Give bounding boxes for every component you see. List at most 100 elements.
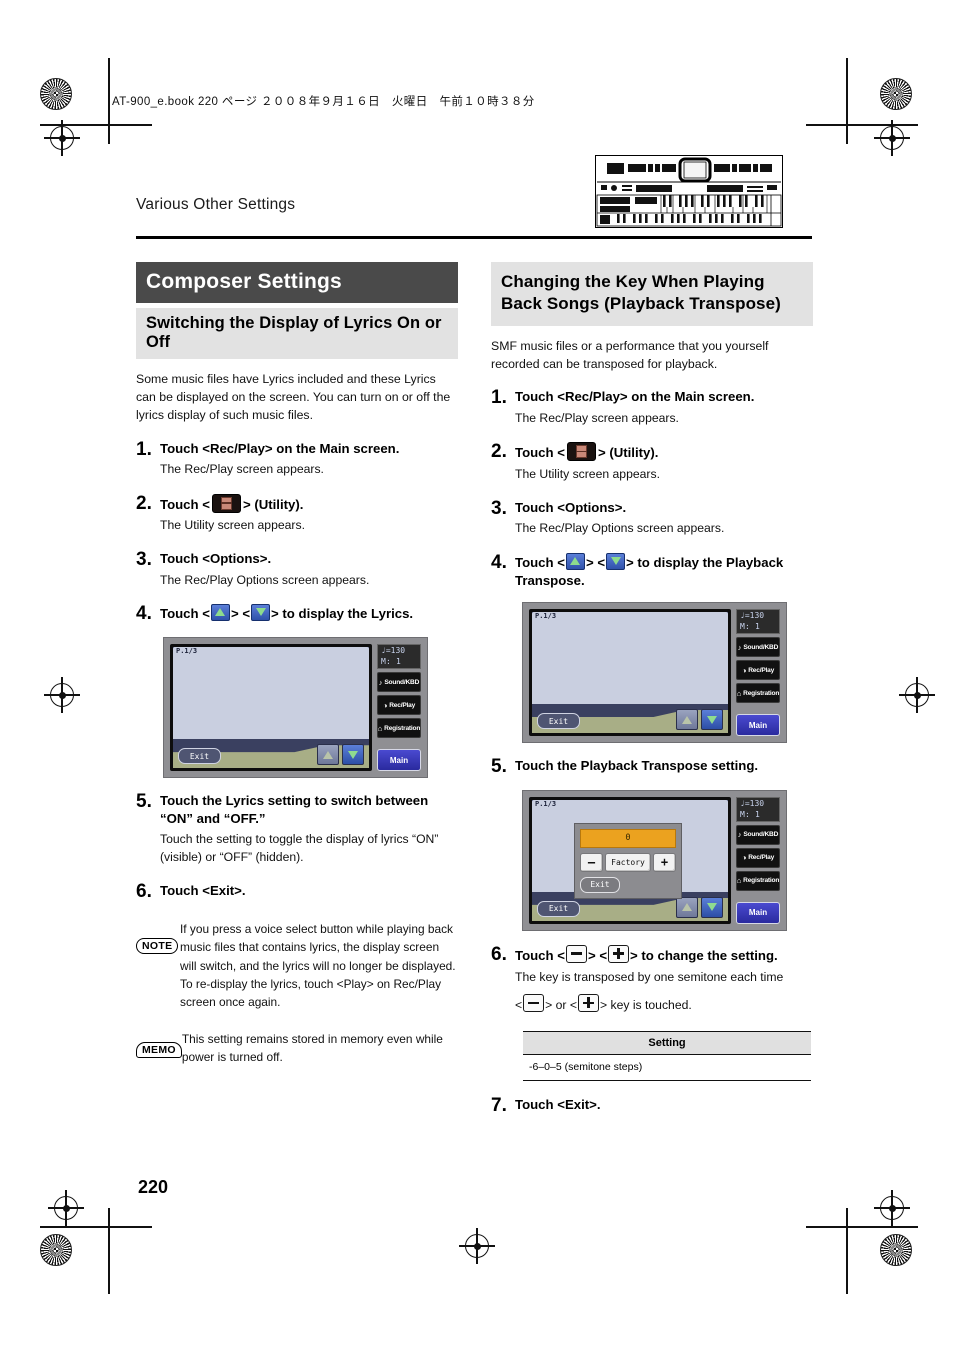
popup-minus-button[interactable]: – [580,852,603,872]
lcd-scroll-down-button[interactable] [701,896,723,918]
lcd-exit-button[interactable]: Exit [178,748,221,765]
lcd-exit-button[interactable]: Exit [537,713,580,730]
setting-table-row: -6–0–5 (semitone steps) [523,1055,811,1081]
step-number: 5. [491,756,507,778]
side-button-sound-kbd[interactable]: ♪ Sound/KBD [736,637,780,658]
lcd-footer: Exit [532,704,728,734]
subtext-part-b: > or < [545,998,577,1013]
side-button-main[interactable]: Main [736,714,780,737]
right-step-7: 7. Touch <Exit>. [491,1094,813,1116]
registration-mark-bottom-right [880,1234,912,1266]
step-subtext: The Rec/Play screen appears. [515,410,679,425]
tempo-line-2: M: 1 [381,657,402,666]
lcd-titlebar: Rec/Play Options P.1/3 [532,612,728,734]
step-number: 7. [491,1094,507,1116]
registration-icon: ⌂ [736,876,742,886]
crosshair-top-left [44,120,80,156]
side-button-sound-kbd[interactable]: ♪ Sound/KBD [736,824,780,845]
left-step-6: 6. Touch <Exit>. [136,881,458,902]
step-heading: Touch <Rec/Play> on the Main screen. [160,440,400,456]
step-number: 5. [136,791,152,813]
lcd-scroll-up-button[interactable] [317,744,339,766]
popup-factory-button[interactable]: Factory [605,852,651,872]
lcd-titlebar: Rec/Play Options P.1/3 [532,799,728,921]
crosshair-bottom-center [459,1228,495,1264]
popup-plus-button[interactable]: + [653,852,676,872]
speaker-icon: ◑ [382,700,388,710]
right-step-6: 6. Touch < > < > to change the setting. Th… [491,945,813,1015]
right-section-heading: Changing the Key When Playing Back Songs… [491,262,813,326]
speaker-icon: ◑ [741,853,747,863]
left-column: Composer Settings Switching the Display … [136,262,458,1067]
lcd-scroll-up-button[interactable] [676,896,698,918]
crop-line-top-left-v [108,58,110,144]
side-button-label: Rec/Play [389,701,416,709]
step-subtext-line-1: The key is transposed by one semitone ea… [515,969,784,984]
arrow-down-icon [606,552,626,570]
side-button-registration[interactable]: ⌂ Registration [736,870,780,891]
lcd-scroll-down-button[interactable] [701,709,723,731]
side-button-main[interactable]: Main [377,749,421,772]
step-heading-part-a: Touch < [515,947,565,963]
step-heading-part-b: > (Utility). [597,445,659,461]
registration-mark-bottom-left [40,1234,72,1266]
note-text: If you press a voice select button while… [180,921,456,1010]
step-number: 2. [136,492,152,514]
note-badge-wrap: NOTE [136,936,180,954]
step-heading-part-a: Touch < [515,554,565,570]
transpose-popup-dialog: 0 – Factory + Exit [574,822,682,899]
right-intro-paragraph: SMF music files or a performance that yo… [491,338,769,372]
side-button-label: Rec/Play [748,854,775,862]
side-button-rec-play[interactable]: ◑ Rec/Play [736,660,780,681]
lcd-screenshot-lyrics: Rec/Play Options P.1/3 Lyrics ON Playbac… [164,638,427,778]
lcd-display: Rec/Play Options P.1/3 Lyrics ON Playbac… [529,609,731,737]
left-step-3: 3. Touch <Options>. The Rec/Play Options… [136,549,458,589]
registration-icon: ⌂ [377,723,383,733]
lcd-footer: Exit [173,739,369,769]
lcd-scroll-down-button[interactable] [342,744,364,766]
minus-icon [523,994,545,1013]
side-button-registration[interactable]: ⌂ Registration [377,718,421,739]
right-step-5: 5. Touch the Playback Transpose setting. [491,757,813,777]
memo-text: This setting remains stored in memory ev… [181,1031,443,1065]
side-button-label: Sound/KBD [743,643,779,651]
step-heading-part-b: > (Utility). [242,496,304,512]
utility-icon [566,442,596,462]
crosshair-bottom-right [874,1190,910,1226]
popup-exit-button[interactable]: Exit [580,876,620,893]
step-subtext-line-2: < > or < > key is touched. [515,994,813,1015]
step-heading-part-a: Touch < [515,445,565,461]
side-button-main[interactable]: Main [736,901,780,924]
step-subtext: The Utility screen appears. [160,518,305,533]
step-heading: Touch < > < > to change the setting. [515,944,813,965]
step-number: 3. [491,497,507,519]
side-button-registration[interactable]: ⌂ Registration [736,683,780,704]
lcd-exit-button[interactable]: Exit [537,900,580,917]
step-heading: Touch < > < > to display the Lyrics. [160,604,458,623]
side-button-sound-kbd[interactable]: ♪ Sound/KBD [377,672,421,693]
step-heading-part-c: > to display the Lyrics. [271,606,414,622]
side-button-rec-play[interactable]: ◑ Rec/Play [736,847,780,868]
side-button-rec-play[interactable]: ◑ Rec/Play [377,695,421,716]
step-subtext: The Rec/Play Options screen appears. [515,521,725,536]
note-badge: NOTE [136,937,179,954]
registration-mark-top-left [40,78,72,110]
crop-line-bottom-left-h [40,1226,152,1228]
left-section-heading: Switching the Display of Lyrics On or Of… [136,308,458,359]
tempo-line-1: ♩=130 [740,798,765,808]
minus-icon [565,944,587,963]
left-step-2: 2. Touch < > (Utility). The Utility scree… [136,492,458,535]
side-button-label: Registration [384,724,421,732]
lcd-side-panel: ♩=130 M: 1 ♪ Sound/KBD ◑ Rec/Play ⌂ Registr… [736,796,780,924]
step-subtext: The Rec/Play screen appears. [160,462,324,477]
arrow-down-icon [251,604,271,622]
left-step-5: 5. Touch the Lyrics setting to switch be… [136,792,458,866]
lcd-side-panel: ♩=130 M: 1 ♪ Sound/KBD ◑ Rec/Play ⌂ Registr… [377,644,421,772]
plus-icon [608,944,630,963]
lcd-scroll-up-button[interactable] [676,709,698,731]
tempo-line-1: ♩=130 [740,611,765,621]
step-heading-part-a: Touch < [160,606,210,622]
tempo-line-2: M: 1 [740,809,761,819]
arrow-up-icon [210,604,230,622]
step-number: 1. [491,387,507,409]
